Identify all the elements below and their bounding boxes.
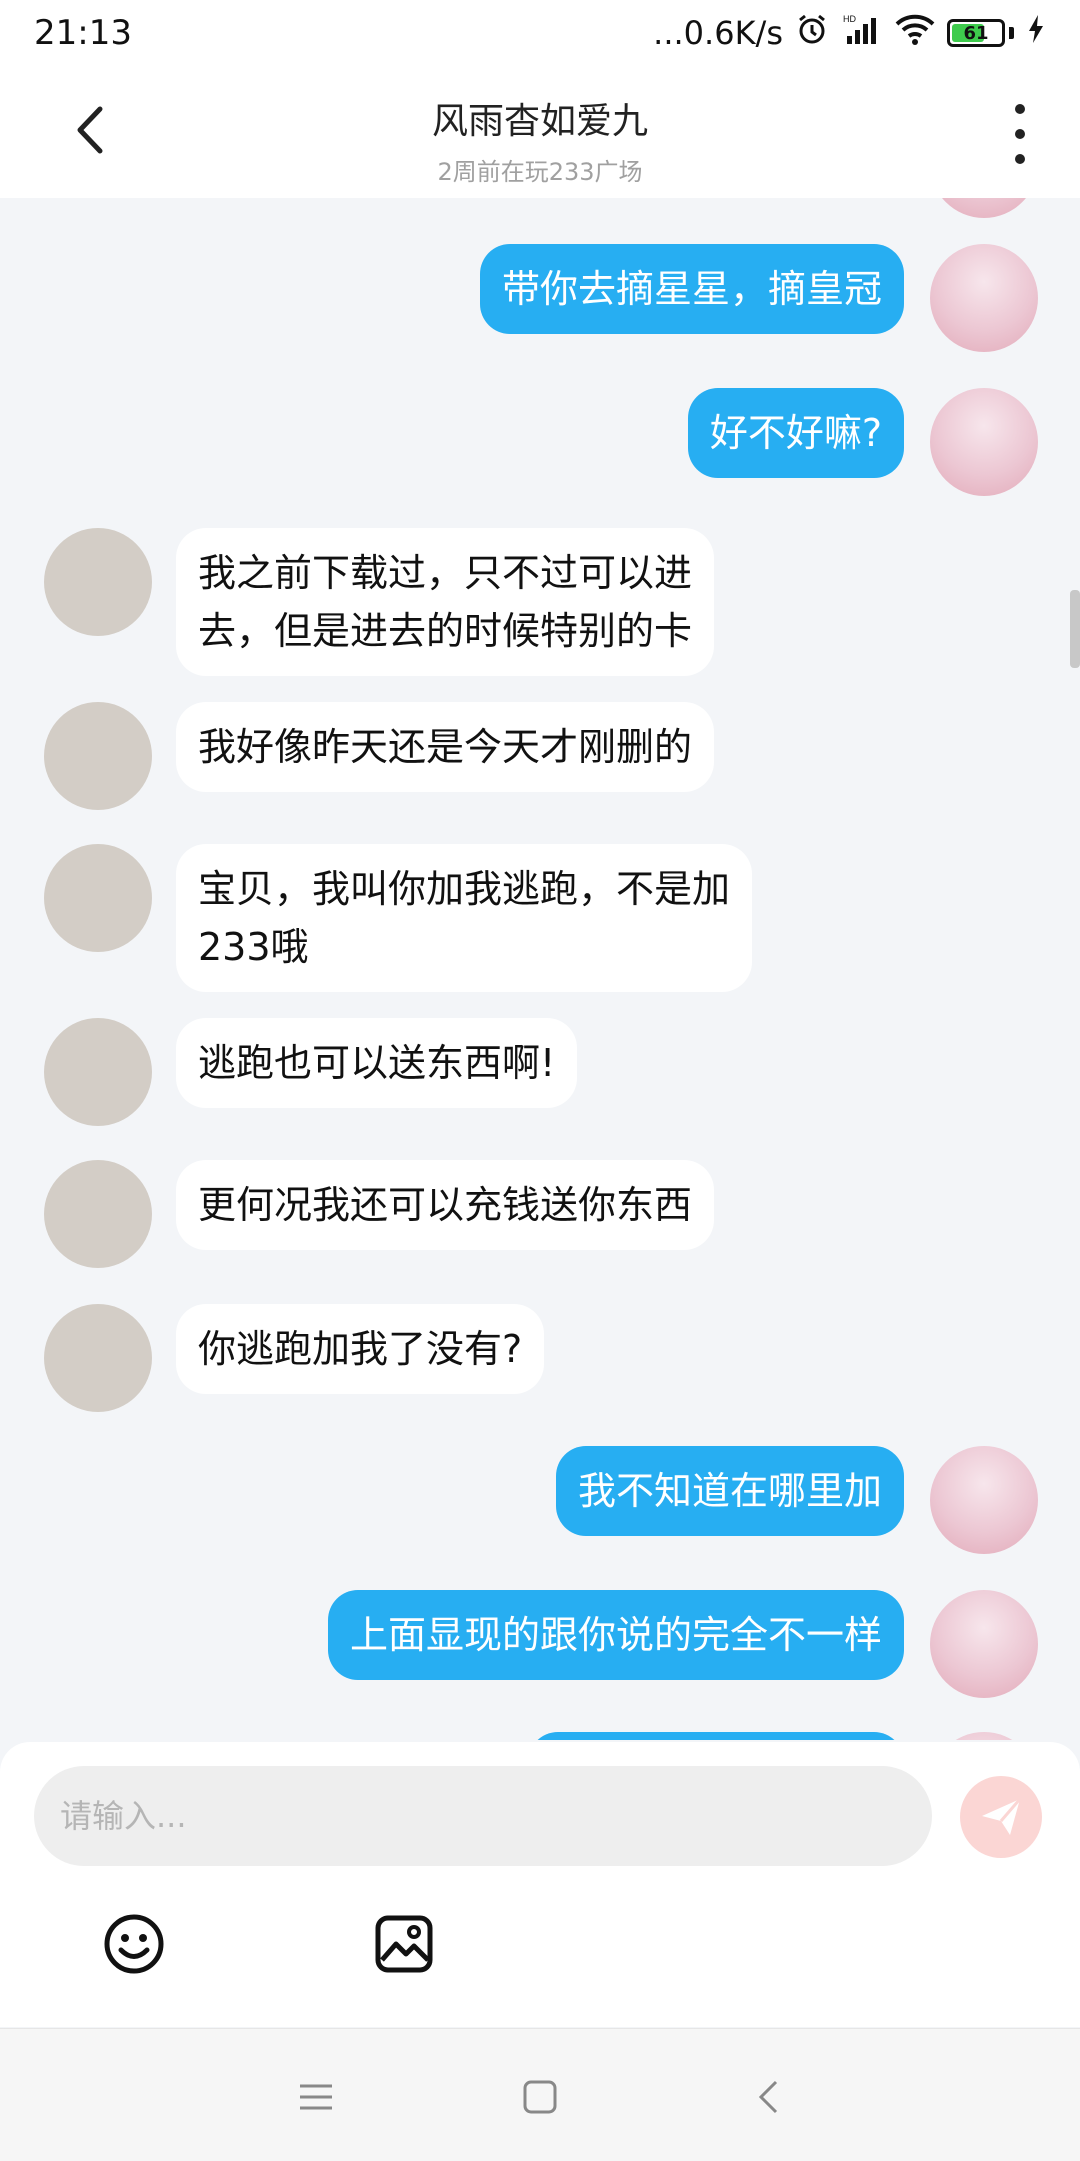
charging-icon bbox=[1026, 13, 1046, 54]
wifi-icon bbox=[895, 12, 935, 55]
more-dot bbox=[1015, 129, 1025, 139]
message-bubble-received[interactable]: 你逃跑加我了没有? bbox=[176, 1304, 545, 1394]
my-avatar[interactable] bbox=[930, 198, 1038, 218]
signal-icon: HD bbox=[841, 12, 883, 55]
message-bubble-sent[interactable]: 我不知道在哪里加 bbox=[555, 1446, 904, 1536]
message-text: 好不好嘛? bbox=[709, 411, 882, 455]
chat-header: 风雨杳如爱九 2周前在玩233广场 bbox=[0, 66, 1080, 198]
more-vertical-icon bbox=[1015, 104, 1025, 114]
nav-menu-button[interactable] bbox=[292, 2073, 340, 2121]
nav-back-button[interactable] bbox=[744, 2073, 792, 2121]
message-text: 233哦 bbox=[198, 925, 309, 969]
message-text: 我好像昨天还是今天才刚删的 bbox=[198, 725, 693, 769]
my-avatar[interactable] bbox=[930, 1446, 1038, 1554]
message-text: 宝贝，我叫你加我逃跑，不是加 bbox=[198, 867, 731, 911]
my-avatar[interactable] bbox=[930, 1732, 1038, 1740]
message-input[interactable] bbox=[34, 1766, 932, 1866]
message-text: 带你去摘星星，摘皇冠 bbox=[501, 267, 882, 311]
battery-level: 61 bbox=[963, 22, 989, 44]
chat-message-list[interactable]: 带你去摘星星，摘皇冠 好不好嘛? 我之前下载过，只不过可以进 去，但是进去的时候… bbox=[0, 198, 1080, 1740]
message-bubble-sent[interactable]: 上面显现的跟你说的完全不一样 bbox=[327, 1590, 904, 1680]
message-text: 我之前下载过，只不过可以进 bbox=[198, 551, 693, 595]
status-icons: ...0.6K/s HD 61 bbox=[653, 12, 1046, 55]
message-bubble-sent-partial[interactable] bbox=[528, 1732, 904, 1740]
smiley-icon bbox=[104, 1914, 164, 1974]
contact-status: 2周前在玩233广场 bbox=[437, 158, 643, 186]
emoji-button[interactable] bbox=[102, 1912, 166, 1976]
message-text: 逃跑也可以送东西啊! bbox=[198, 1041, 556, 1085]
svg-text:HD: HD bbox=[843, 14, 856, 24]
network-speed: ...0.6K/s bbox=[653, 14, 783, 52]
image-button[interactable] bbox=[372, 1912, 436, 1976]
contact-avatar[interactable] bbox=[44, 702, 152, 810]
message-text: 更何况我还可以充钱送你东西 bbox=[198, 1183, 693, 1227]
image-icon bbox=[375, 1915, 433, 1973]
more-options-button[interactable] bbox=[1000, 104, 1040, 164]
my-avatar[interactable] bbox=[930, 244, 1038, 352]
contact-avatar[interactable] bbox=[44, 1160, 152, 1268]
menu-icon bbox=[300, 2084, 332, 2110]
contact-avatar[interactable] bbox=[44, 528, 152, 636]
message-text: 去，但是进去的时候特别的卡 bbox=[198, 609, 693, 653]
nav-home-button[interactable] bbox=[516, 2073, 564, 2121]
contact-avatar[interactable] bbox=[44, 844, 152, 952]
message-bubble-received[interactable]: 逃跑也可以送东西啊! bbox=[176, 1018, 578, 1108]
send-button[interactable] bbox=[960, 1776, 1042, 1858]
my-avatar[interactable] bbox=[930, 1590, 1038, 1698]
header-title-group: 风雨杳如爱九 2周前在玩233广场 bbox=[0, 92, 1080, 187]
message-text: 你逃跑加我了没有? bbox=[198, 1327, 523, 1371]
battery-cap bbox=[1009, 27, 1014, 39]
message-bubble-received[interactable]: 更何况我还可以充钱送你东西 bbox=[176, 1160, 715, 1250]
message-bubble-received[interactable]: 我好像昨天还是今天才刚删的 bbox=[176, 702, 715, 792]
message-bubble-sent[interactable]: 好不好嘛? bbox=[687, 388, 904, 478]
message-text: 我不知道在哪里加 bbox=[577, 1469, 882, 1513]
my-avatar[interactable] bbox=[930, 388, 1038, 496]
home-square-icon bbox=[523, 2080, 557, 2114]
send-icon bbox=[982, 1798, 1022, 1835]
contact-name: 风雨杳如爱九 bbox=[431, 101, 648, 142]
more-dot bbox=[1015, 154, 1025, 164]
message-bubble-received[interactable]: 我之前下载过，只不过可以进 去，但是进去的时候特别的卡 bbox=[176, 528, 715, 676]
message-bubble-sent[interactable]: 带你去摘星星，摘皇冠 bbox=[479, 244, 904, 334]
system-navigation-bar bbox=[0, 2028, 1080, 2161]
battery-icon: 61 bbox=[947, 19, 1005, 47]
message-input-panel bbox=[0, 1742, 1080, 2027]
message-text: 上面显现的跟你说的完全不一样 bbox=[349, 1613, 882, 1657]
contact-avatar[interactable] bbox=[44, 1018, 152, 1126]
message-bubble-received[interactable]: 宝贝，我叫你加我逃跑，不是加 233哦 bbox=[176, 844, 753, 992]
alarm-icon bbox=[795, 12, 829, 55]
status-time: 21:13 bbox=[34, 13, 132, 53]
chat-scrollbar[interactable] bbox=[1070, 590, 1080, 668]
back-arrow-icon bbox=[758, 2080, 778, 2114]
contact-avatar[interactable] bbox=[44, 1304, 152, 1412]
status-bar: 21:13 ...0.6K/s HD 61 bbox=[0, 0, 1080, 66]
